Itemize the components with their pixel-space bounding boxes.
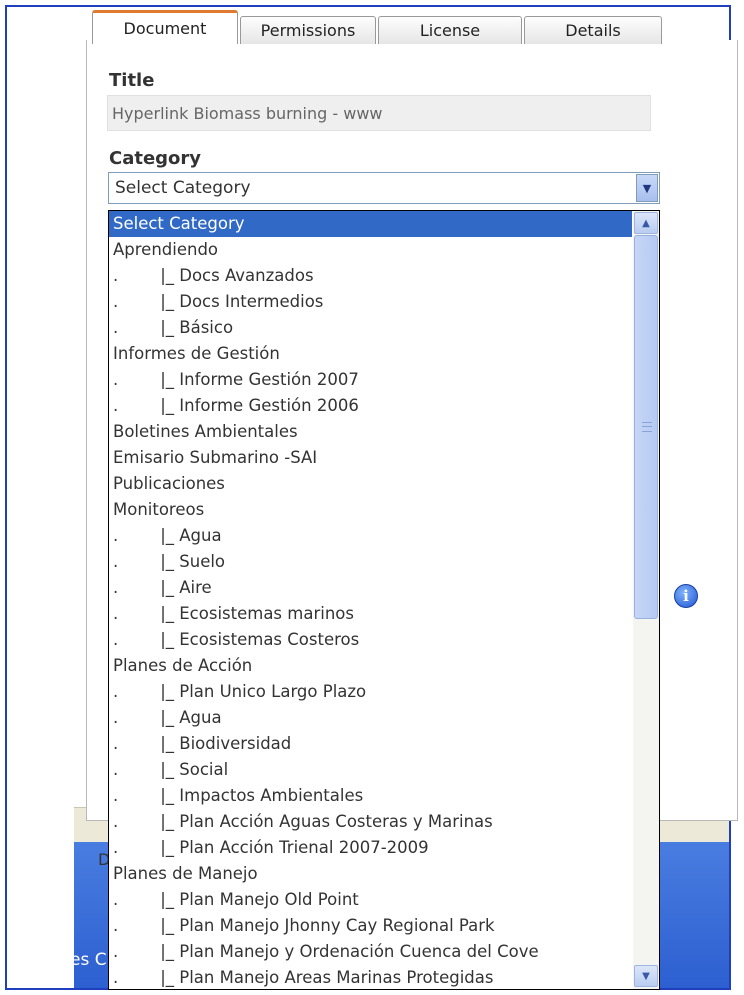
grip-icon: [642, 422, 652, 432]
category-option[interactable]: . |_ Plan Manejo Areas Marinas Protegida…: [109, 965, 632, 989]
category-option[interactable]: . |_ Plan Acción Aguas Costeras y Marina…: [109, 809, 632, 835]
category-option[interactable]: . |_ Plan Unico Largo Plazo: [109, 679, 632, 705]
title-field[interactable]: Hyperlink Biomass burning - www: [107, 95, 651, 131]
category-option[interactable]: Monitoreos: [109, 497, 632, 523]
category-option[interactable]: Planes de Manejo: [109, 861, 632, 887]
category-option[interactable]: Publicaciones: [109, 471, 632, 497]
tab-permissions[interactable]: Permissions: [240, 16, 376, 44]
category-option[interactable]: . |_ Informe Gestión 2007: [109, 367, 632, 393]
tab-license[interactable]: License: [378, 16, 522, 44]
category-option[interactable]: . |_ Plan Manejo Jhonny Cay Regional Par…: [109, 913, 632, 939]
category-option[interactable]: . |_ Básico: [109, 315, 632, 341]
chevron-down-icon[interactable]: ▼: [636, 174, 658, 202]
chevron-down-icon[interactable]: ▼: [634, 965, 658, 987]
category-option[interactable]: . |_ Ecosistemas Costeros: [109, 627, 632, 653]
category-option[interactable]: Emisario Submarino -SAI: [109, 445, 632, 471]
category-options: Select Category Aprendiendo. |_ Docs Avan…: [109, 211, 659, 989]
category-option[interactable]: . |_ Informe Gestión 2006: [109, 393, 632, 419]
chevron-up-icon[interactable]: ▲: [634, 212, 658, 234]
category-option[interactable]: Informes de Gestión: [109, 341, 632, 367]
category-option[interactable]: . |_ Docs Intermedios: [109, 289, 632, 315]
category-option[interactable]: . |_ Plan Acción Trienal 2007-2009: [109, 835, 632, 861]
category-option[interactable]: . |_ Plan Manejo y Ordenación Cuenca del…: [109, 939, 632, 965]
background-taskbar-text: es C: [70, 950, 107, 970]
category-option[interactable]: . |_ Agua: [109, 705, 632, 731]
scrollbar[interactable]: ▲ ▼: [633, 211, 659, 989]
category-option[interactable]: Planes de Acción: [109, 653, 632, 679]
category-option[interactable]: Select Category: [109, 211, 632, 237]
category-option[interactable]: Boletines Ambientales: [109, 419, 632, 445]
scrollbar-thumb[interactable]: [634, 235, 658, 619]
tab-document[interactable]: Document: [92, 10, 238, 44]
category-option[interactable]: . |_ Suelo: [109, 549, 632, 575]
category-select-value: Select Category: [115, 178, 251, 198]
category-option[interactable]: . |_ Social: [109, 757, 632, 783]
info-icon[interactable]: i: [674, 584, 698, 608]
category-option[interactable]: . |_ Biodiversidad: [109, 731, 632, 757]
category-option[interactable]: . |_ Aire: [109, 575, 632, 601]
category-option[interactable]: . |_ Ecosistemas marinos: [109, 601, 632, 627]
category-option[interactable]: . |_ Impactos Ambientales: [109, 783, 632, 809]
category-option[interactable]: . |_ Agua: [109, 523, 632, 549]
tab-details[interactable]: Details: [524, 16, 662, 44]
category-select[interactable]: Select Category ▼: [108, 172, 660, 204]
title-label: Title: [109, 70, 155, 91]
category-dropdown-list[interactable]: Select Category Aprendiendo. |_ Docs Avan…: [108, 210, 660, 990]
category-option[interactable]: . |_ Plan Manejo Old Point: [109, 887, 632, 913]
category-option[interactable]: Aprendiendo: [109, 237, 632, 263]
category-option[interactable]: . |_ Docs Avanzados: [109, 263, 632, 289]
category-label: Category: [109, 148, 202, 169]
